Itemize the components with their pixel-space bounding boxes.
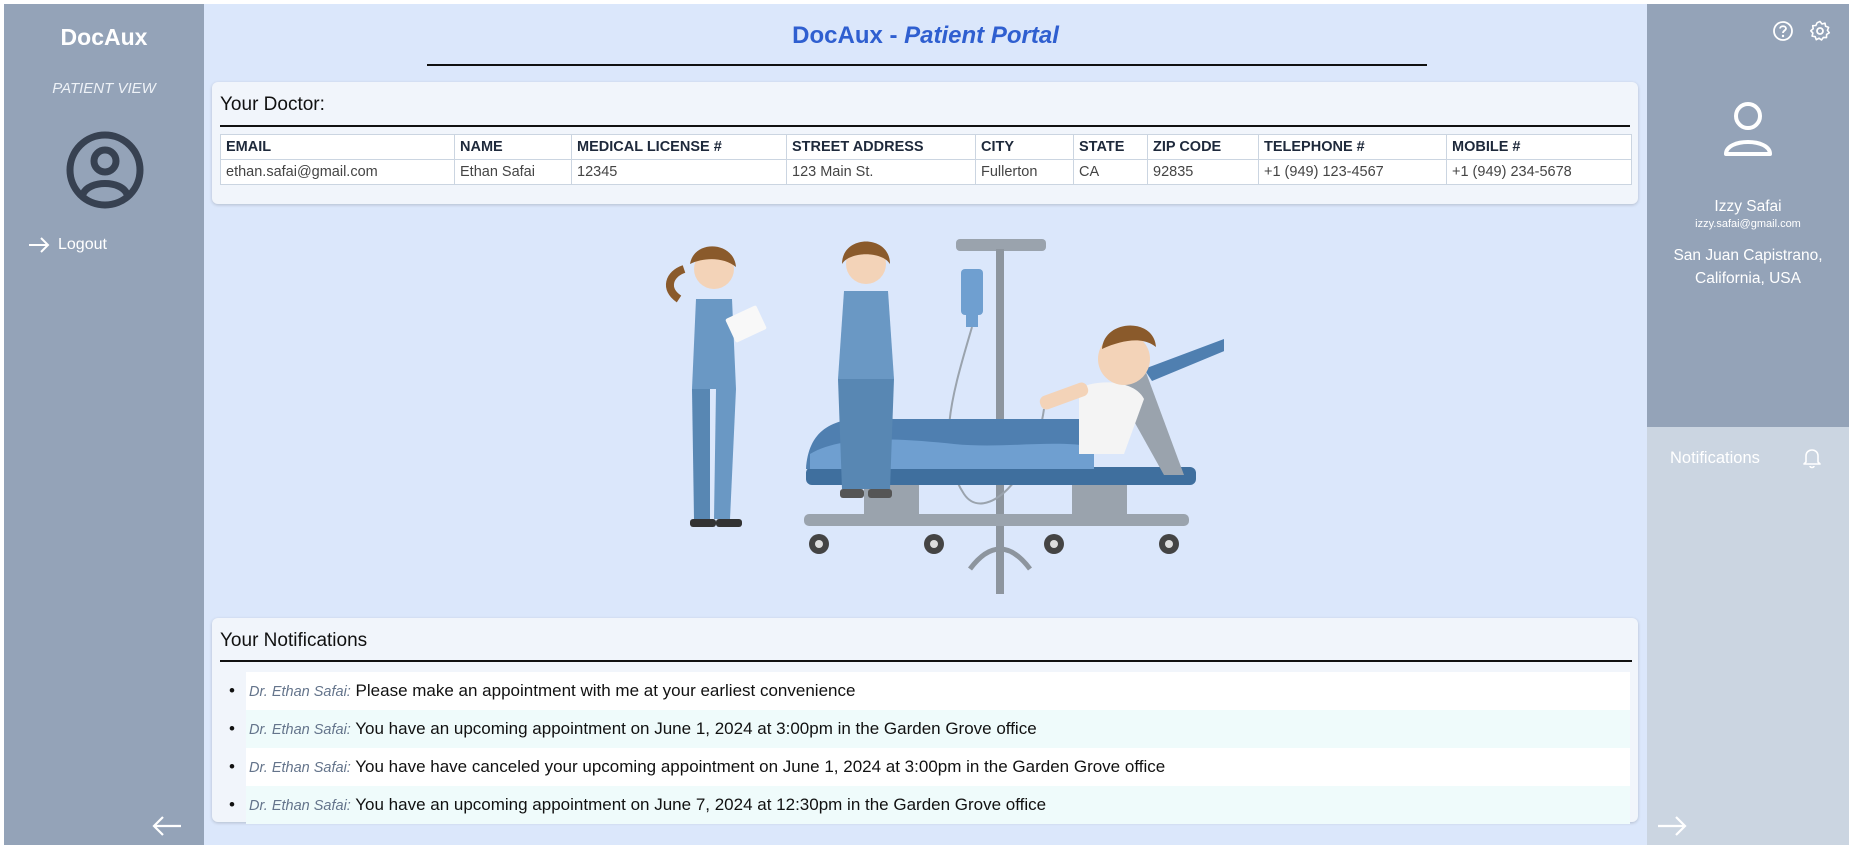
col-email-header: EMAIL [220,134,455,160]
notification-sender: Dr. Ethan Safai: [249,798,351,814]
notification-item: • Dr. Ethan Safai: You have an upcoming … [212,710,1638,748]
doctor-card-divider [220,125,1630,127]
notifications-card: Your Notifications • Dr. Ethan Safai: Pl… [212,618,1638,824]
notification-item: • Dr. Ethan Safai: You have have cancele… [212,748,1638,786]
col-state-header: STATE [1073,134,1148,160]
col-telephone-header: TELEPHONE # [1258,134,1447,160]
notification-content: Dr. Ethan Safai: Please make an appointm… [249,672,855,711]
view-label: PATIENT VIEW [52,80,156,97]
notification-message: You have an upcoming appointment on June… [350,719,1037,738]
notification-message: You have an upcoming appointment on June… [350,795,1047,814]
collapse-left-arrow-icon[interactable] [152,816,182,836]
notification-content: Dr. Ethan Safai: You have an upcoming ap… [249,710,1037,749]
help-circle-icon[interactable] [1772,20,1794,42]
user-profile-panel: Izzy Safai izzy.safai@gmail.com San Juan… [1647,4,1849,427]
col-zip-header: ZIP CODE [1147,134,1259,160]
col-mobile-header: MOBILE # [1446,134,1632,160]
table-row: ethan.safai@gmail.com Ethan Safai 12345 … [220,159,1632,185]
notification-sender: Dr. Ethan Safai: [249,722,351,738]
cell-license: 12345 [571,159,787,185]
main-content: DocAux - Patient Portal Your Doctor: EMA… [204,4,1647,845]
notification-sender: Dr. Ethan Safai: [249,760,351,776]
user-avatar-icon [66,131,144,209]
notification-content: Dr. Ethan Safai: You have have canceled … [249,748,1165,787]
notifications-list: • Dr. Ethan Safai: Please make an appoin… [212,672,1638,824]
gear-icon[interactable] [1809,20,1831,42]
user-location: San Juan Capistrano, California, USA [1647,244,1849,290]
bullet-icon: • [229,681,235,700]
brand-logo: DocAux [60,24,148,50]
notification-item: • Dr. Ethan Safai: You have an upcoming … [212,786,1638,824]
hospital-illustration [666,239,1224,594]
title-divider [427,64,1427,66]
notification-message: Please make an appointment with me at yo… [350,681,856,700]
user-location-line1: San Juan Capistrano, [1673,247,1823,264]
user-location-line2: California, USA [1695,270,1801,287]
arrow-right-icon [29,237,50,253]
notification-item: • Dr. Ethan Safai: Please make an appoin… [212,672,1638,710]
cell-telephone: +1 (949) 123-4567 [1258,159,1447,185]
cell-street: 123 Main St. [786,159,976,185]
bullet-icon: • [229,719,235,738]
col-street-header: STREET ADDRESS [786,134,976,160]
cell-city: Fullerton [975,159,1074,185]
expand-right-arrow-icon[interactable] [1657,816,1687,836]
doctor-card-title: Your Doctor: [220,94,325,115]
notifications-panel: Notifications [1647,427,1849,845]
cell-state: CA [1073,159,1148,185]
cell-mobile: +1 (949) 234-5678 [1446,159,1632,185]
notifications-card-title: Your Notifications [220,630,368,651]
left-sidebar: DocAux PATIENT VIEW Logout [4,4,204,845]
notifications-card-divider [220,660,1632,662]
cell-email: ethan.safai@gmail.com [220,159,455,185]
page-title-main: DocAux - [792,22,905,49]
col-name-header: NAME [454,134,572,160]
logout-button[interactable]: Logout [28,236,107,254]
page-title-italic: Patient Portal [904,22,1059,49]
notification-message: You have have canceled your upcoming app… [350,757,1166,776]
page-title: DocAux - Patient Portal [204,22,1647,50]
cell-name: Ethan Safai [454,159,572,185]
user-name: Izzy Safai [1714,198,1782,215]
user-icon [1724,102,1772,156]
notification-content: Dr. Ethan Safai: You have an upcoming ap… [249,786,1046,825]
doctor-card: Your Doctor: EMAIL NAME MEDICAL LICENSE … [212,82,1638,204]
bullet-icon: • [229,757,235,776]
notifications-panel-label: Notifications [1670,449,1760,467]
doctor-table-header-row: EMAIL NAME MEDICAL LICENSE # STREET ADDR… [220,134,1632,160]
bullet-icon: • [229,795,235,814]
bell-icon[interactable] [1802,447,1822,469]
logout-label: Logout [58,236,107,253]
cell-zip: 92835 [1147,159,1259,185]
col-license-header: MEDICAL LICENSE # [571,134,787,160]
doctor-table: EMAIL NAME MEDICAL LICENSE # STREET ADDR… [220,134,1632,185]
user-email: izzy.safai@gmail.com [1695,218,1801,230]
col-city-header: CITY [975,134,1074,160]
notification-sender: Dr. Ethan Safai: [249,684,351,700]
